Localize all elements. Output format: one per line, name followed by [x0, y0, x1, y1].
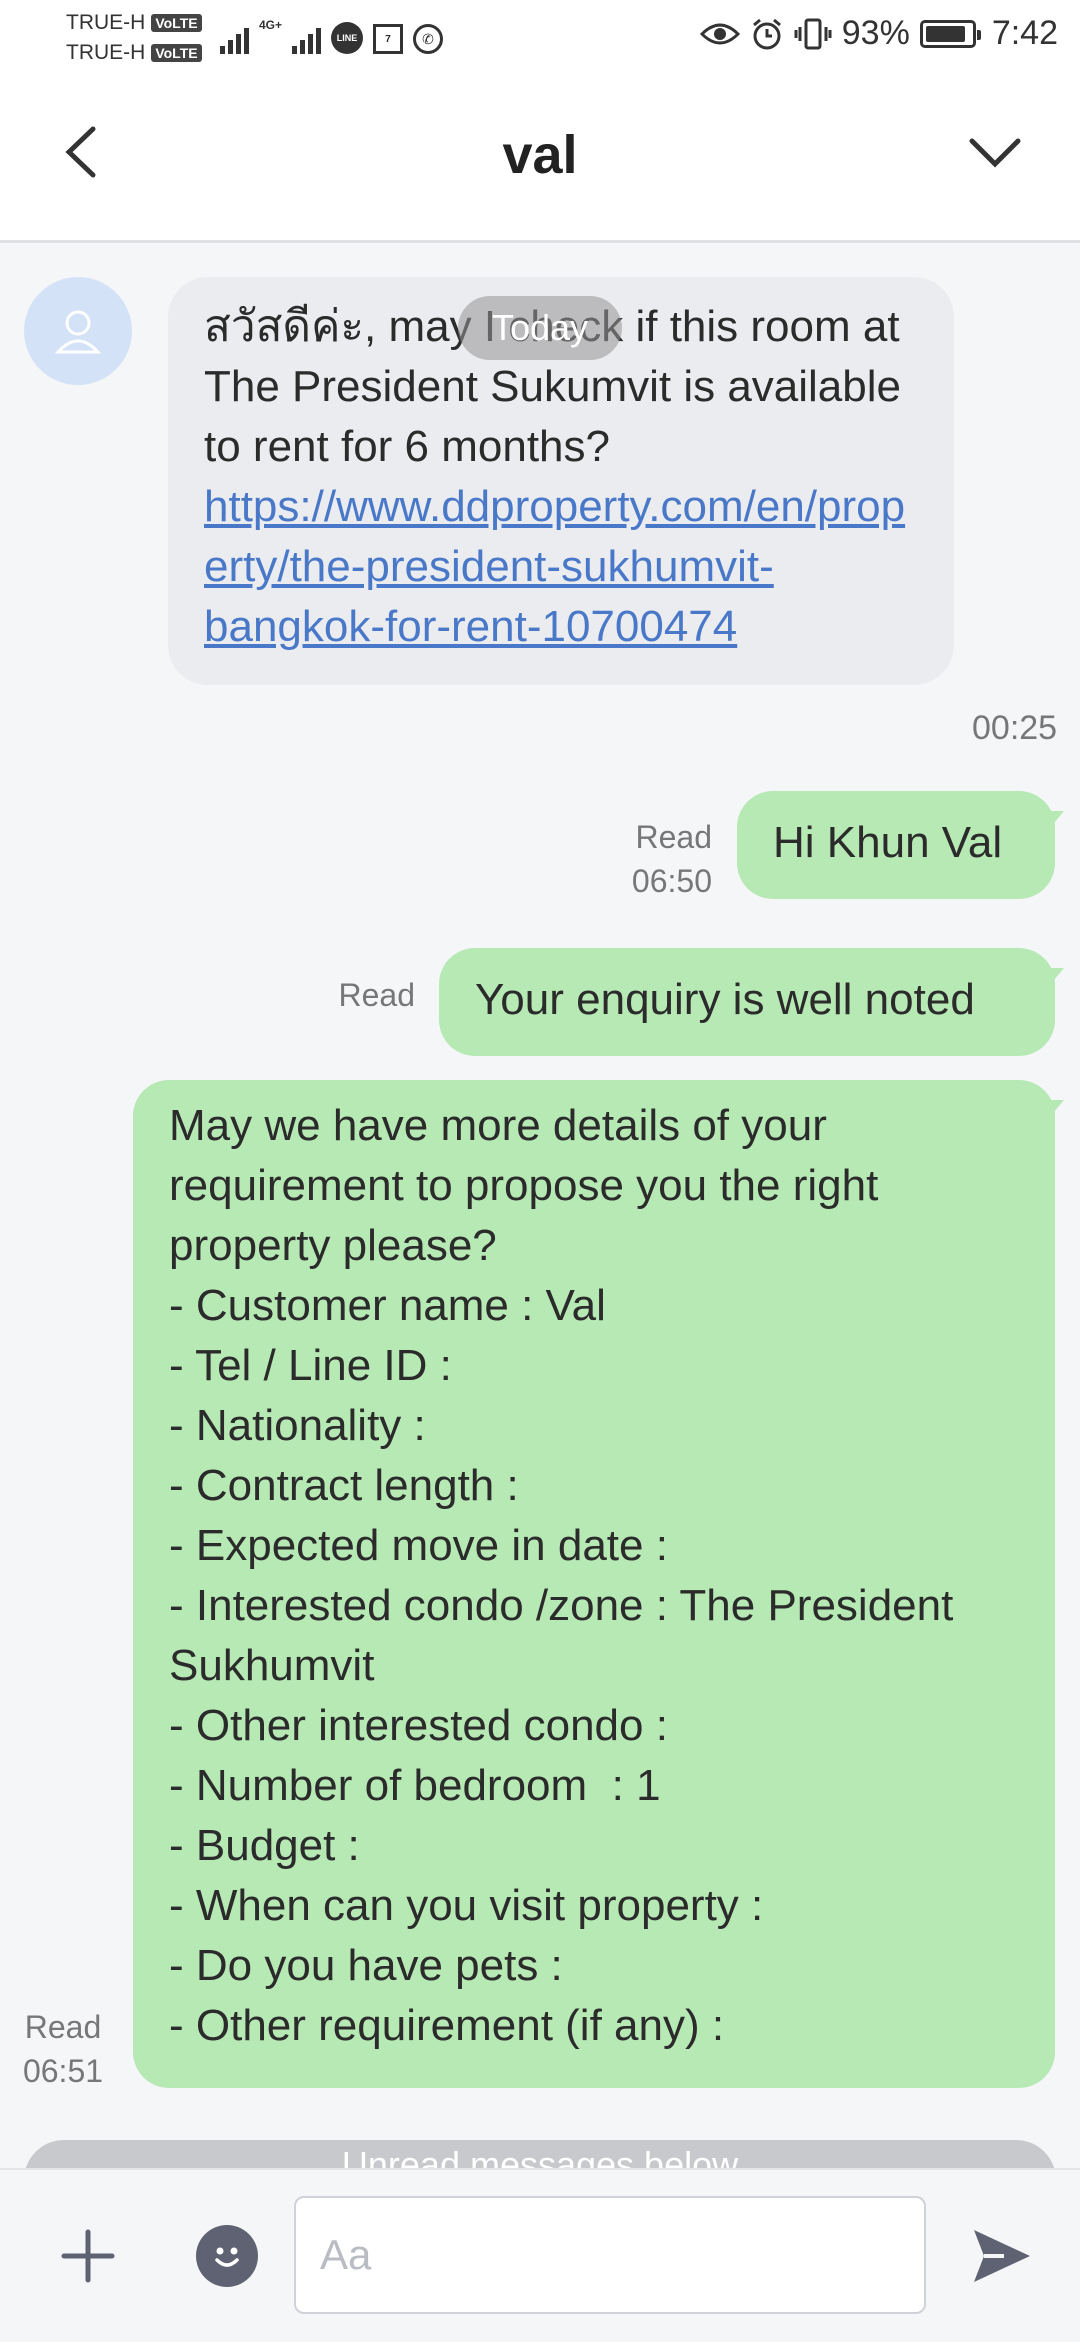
message-list[interactable]: สวัสดีค่ะ, may I check if this room at T… [0, 243, 1080, 2168]
seven-eleven-notification-icon: 7 [373, 24, 404, 54]
message-input[interactable] [294, 2196, 926, 2314]
smiley-icon [215, 2247, 239, 2267]
volte-badge: VoLTE [151, 44, 202, 62]
message-time: 00:25 [972, 709, 1058, 747]
clock: 7:42 [991, 14, 1058, 52]
chat-title: val [502, 125, 578, 185]
status-right: 93% 7:42 [699, 14, 1058, 53]
carrier-1-label: TRUE-H [66, 11, 146, 34]
property-link[interactable]: https://www.ddproperty.com/en/property/t… [204, 482, 905, 651]
volte-badge: VoLTE [151, 14, 202, 32]
outgoing-message-bubble[interactable]: Hi Khun Val [737, 791, 1055, 899]
chat-header: val [0, 72, 1080, 243]
date-pill: Today [458, 296, 622, 360]
read-status: Read [338, 977, 416, 1013]
carrier-2-label: TRUE-H [66, 41, 146, 64]
outgoing-message-text: Your enquiry is well noted [475, 975, 975, 1024]
eye-icon [699, 23, 740, 44]
unread-messages-bar[interactable]: Unread messages below [24, 2140, 1056, 2168]
send-button[interactable] [964, 2218, 1040, 2294]
outgoing-message-bubble[interactable]: May we have more details of your require… [133, 1080, 1055, 2088]
message-meta: Read 06:50 [582, 815, 712, 903]
whatsapp-notification-icon: ✆ [413, 24, 444, 54]
signal-bars-icon [220, 24, 249, 54]
bubble-tail [1044, 811, 1064, 835]
alarm-icon [752, 18, 781, 49]
add-attachment-button[interactable] [52, 2220, 124, 2292]
signal-icons: 4G+ LINE 7 ✆ [220, 18, 444, 54]
send-icon [974, 2230, 1030, 2282]
battery-icon [919, 19, 981, 48]
plus-icon [61, 2229, 115, 2283]
message-time: 06:50 [631, 863, 712, 899]
signal-bars-icon [292, 24, 322, 54]
message-meta: Read 06:51 [18, 2005, 108, 2093]
outgoing-message-text: May we have more details of your require… [169, 1101, 954, 2050]
network-type-label: 4G+ [259, 18, 283, 32]
bubble-tail [1044, 1100, 1064, 1124]
bubble-tail [1044, 968, 1064, 992]
line-notification-icon: LINE [331, 22, 364, 54]
outgoing-message-bubble[interactable]: Your enquiry is well noted [439, 948, 1055, 1056]
avatar[interactable] [24, 277, 132, 385]
message-input-bar [0, 2168, 1080, 2342]
battery-percent: 93% [841, 14, 910, 52]
chevron-down-icon [969, 138, 1021, 168]
message-time: 06:51 [22, 2053, 104, 2089]
vibrate-icon [794, 18, 832, 49]
user-icon [54, 310, 102, 354]
read-status: Read [635, 819, 713, 855]
carrier-info: TRUE-H VoLTE TRUE-H VoLTE [66, 8, 202, 68]
read-status: Read [24, 2009, 102, 2045]
status-bar: TRUE-H VoLTE TRUE-H VoLTE 4G+ LINE 7 ✆ 93%… [0, 0, 1080, 72]
menu-toggle-button[interactable] [960, 122, 1030, 182]
emoji-button[interactable] [196, 2225, 258, 2287]
outgoing-message-text: Hi Khun Val [773, 818, 1003, 867]
